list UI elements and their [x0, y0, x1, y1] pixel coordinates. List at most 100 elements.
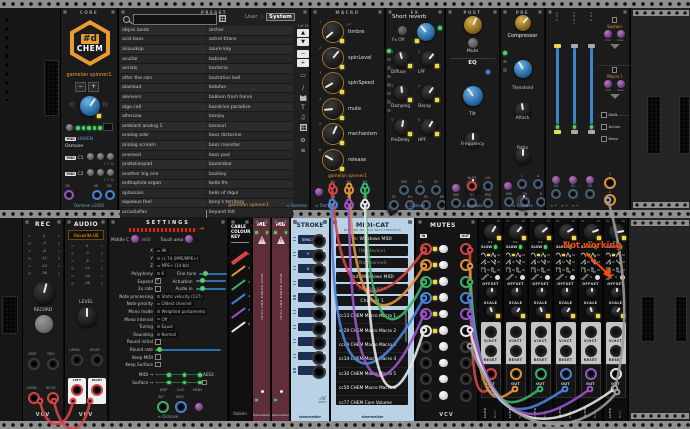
out-port[interactable] — [535, 368, 547, 380]
wave-stair-icon[interactable] — [556, 274, 564, 280]
uni-button[interactable] — [495, 275, 500, 280]
wave-pulse-icon[interactable] — [516, 267, 522, 273]
wave-pulse-icon[interactable] — [591, 267, 597, 273]
view-toggle-icon[interactable] — [219, 15, 226, 22]
preset-item[interactable]: balloon from hanoi·· — [207, 93, 293, 103]
slider-cap-top[interactable] — [571, 44, 578, 48]
record-button[interactable] — [35, 315, 53, 333]
wave-sq-icon[interactable] — [481, 267, 487, 273]
out1-port[interactable] — [604, 177, 616, 189]
setting-value[interactable]: Equal — [155, 324, 175, 330]
c2-mode-icons[interactable]: ♯ ♪ ⊙ — [104, 177, 114, 182]
preset-item[interactable]: bass monster·· — [207, 141, 293, 151]
midi-device[interactable]: HAKEN — [77, 137, 93, 142]
stroke-port[interactable] — [312, 278, 326, 292]
slider-handle[interactable] — [571, 130, 578, 134]
preset-item[interactable]: bells of digul·· — [207, 189, 293, 199]
stroke-port[interactable] — [312, 263, 326, 277]
midi-in-driver[interactable]: In: Windows MIDI — [336, 234, 408, 244]
sus-port-s2[interactable] — [568, 189, 578, 199]
setting-slider[interactable] — [199, 273, 227, 275]
stroke-port[interactable] — [312, 365, 326, 379]
wave-sine-icon[interactable] — [606, 252, 612, 258]
pre-level-knob[interactable] — [504, 182, 512, 190]
preset-item[interactable]: badratios bell·· — [207, 74, 293, 84]
pen-icon[interactable]: / — [297, 84, 309, 93]
aes3-checkbox[interactable] — [202, 380, 208, 386]
add-icon[interactable]: + — [297, 59, 309, 67]
reset-port[interactable] — [585, 345, 597, 357]
out-port[interactable] — [560, 368, 572, 380]
c1-knob[interactable] — [107, 153, 114, 160]
mute-out-port[interactable] — [460, 292, 472, 304]
preset-item[interactable]: anareod·· — [120, 151, 206, 161]
mute-button[interactable] — [439, 326, 448, 335]
mute-in-port[interactable] — [420, 341, 432, 353]
pre-volume-knob[interactable] — [515, 15, 531, 31]
chevron-down-icon[interactable] — [610, 94, 620, 99]
port-m1[interactable] — [328, 185, 338, 195]
preset-item[interactable]: bandrive paradise·· — [207, 103, 293, 113]
ok-port[interactable] — [64, 190, 74, 200]
group-select-button[interactable] — [612, 67, 618, 73]
wave-sine-icon[interactable] — [481, 252, 487, 258]
shift-button[interactable] — [601, 112, 607, 118]
mute-out-port[interactable] — [460, 341, 472, 353]
wave-tri-icon[interactable] — [491, 252, 497, 258]
slider-track[interactable] — [590, 48, 593, 124]
voct-port[interactable] — [535, 326, 547, 338]
wave-sine-icon[interactable] — [531, 252, 537, 258]
mute-button[interactable] — [439, 277, 448, 286]
offset-knob[interactable] — [536, 287, 547, 298]
out-port[interactable] — [610, 368, 622, 380]
small-knob[interactable] — [66, 124, 73, 131]
port-lvl[interactable] — [483, 181, 493, 191]
wave-sine-icon[interactable] — [581, 252, 587, 258]
attenuator-knob[interactable] — [552, 176, 560, 184]
preset-prev-button[interactable]: − — [75, 82, 86, 92]
preset-item[interactable]: bacteria·· — [207, 64, 293, 74]
c1-knob[interactable] — [97, 153, 104, 160]
uni-button[interactable] — [595, 275, 600, 280]
wave-pulse-icon[interactable] — [616, 267, 622, 273]
wave-stair-icon[interactable] — [606, 274, 614, 280]
mapping-row[interactable]: cc50 CHEM Macro Macro 6 — [336, 382, 408, 396]
mute-in-port[interactable] — [420, 292, 432, 304]
fx-bypass-button[interactable] — [398, 26, 407, 35]
port-mute[interactable] — [467, 181, 477, 191]
wave-tri-icon[interactable] — [566, 252, 572, 258]
preset-item[interactable]: beyond felt·· — [207, 208, 293, 218]
rec-right-port[interactable] — [47, 392, 59, 404]
fx-name[interactable]: Short reverb — [392, 14, 444, 20]
setting-checkbox[interactable] — [155, 339, 161, 345]
mute-out-port[interactable] — [460, 308, 472, 320]
voct-port[interactable] — [610, 326, 622, 338]
wave-sawd-icon[interactable] — [491, 259, 497, 265]
preset-item[interactable]: alenvers·· — [120, 93, 206, 103]
reset-port[interactable] — [535, 345, 547, 357]
slow-led[interactable] — [494, 245, 498, 249]
port-m3[interactable] — [360, 185, 370, 195]
grid-icon[interactable] — [297, 123, 309, 132]
list-icon[interactable]: ≡ — [297, 146, 309, 155]
wave-stair-icon[interactable] — [506, 274, 514, 280]
mute-in-port[interactable] — [420, 259, 432, 271]
screen-button[interactable] — [103, 123, 113, 131]
stroke-port[interactable] — [312, 292, 326, 306]
cat-icon[interactable] — [297, 93, 309, 102]
preset-item[interactable]: archer·· — [207, 26, 293, 36]
wave-sq-icon[interactable] — [556, 267, 562, 273]
core-volume-knob[interactable] — [80, 96, 100, 116]
wave-tri-icon[interactable] — [591, 252, 597, 258]
mapping-row[interactable]: cc49 CHEM Macro Macro 3 — [336, 339, 408, 353]
preset-item[interactable]: arcadiaPan·· — [120, 208, 206, 218]
slider-handle[interactable] — [554, 130, 561, 134]
audio-device-select[interactable]: Focusrite US — [68, 230, 104, 240]
gear-icon[interactable]: ⚙ — [297, 136, 309, 145]
preset-item[interactable]: abyss lands·· — [120, 26, 206, 36]
preset-item[interactable]: anatolianpad·· — [120, 160, 206, 170]
m1-port[interactable] — [92, 190, 102, 200]
voct-port[interactable] — [585, 326, 597, 338]
setting-value[interactable]: Weighted portamento — [155, 308, 207, 314]
mapping-row[interactable]: cc77 CHEM Core Volume — [336, 396, 408, 405]
